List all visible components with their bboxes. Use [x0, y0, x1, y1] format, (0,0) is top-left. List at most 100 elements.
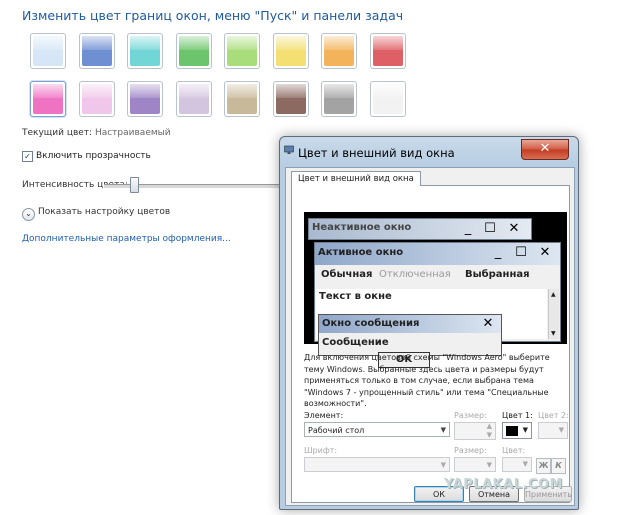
- swatch-sky[interactable]: [30, 33, 66, 69]
- swatch-fill: [372, 84, 403, 114]
- swatch-lime[interactable]: [224, 33, 260, 69]
- dialog-body: Цвет и внешний вид окна Неактивное окно …: [285, 167, 575, 506]
- color1-swatch: [506, 426, 518, 436]
- element-select[interactable]: Рабочий стол ▼: [304, 422, 450, 437]
- color1-label: Цвет 1:: [502, 411, 533, 420]
- color2-picker[interactable]: ▼: [538, 422, 568, 439]
- maximize-icon: ☐: [484, 221, 496, 236]
- close-icon: ✕: [482, 316, 494, 331]
- message-text: Сообщение: [322, 337, 389, 348]
- page-title: Изменить цвет границ окон, меню "Пуск" и…: [22, 8, 404, 23]
- scroll-down-icon: ▼: [551, 330, 556, 337]
- message-box-title: Окно сообщения: [322, 318, 420, 329]
- maximize-icon: ☐: [515, 245, 527, 260]
- watermark: YAPLAKAL.COM: [444, 477, 563, 492]
- transparency-checkbox[interactable]: ✓: [22, 151, 33, 162]
- current-color: Текущий цвет: Настраиваемый: [22, 128, 171, 138]
- swatch-fill: [81, 36, 112, 66]
- description-text: Для включения цветовой схемы "Windows Ae…: [304, 353, 550, 408]
- swatch-fill: [178, 36, 209, 66]
- tab-color-appearance[interactable]: Цвет и внешний вид окна: [291, 171, 421, 186]
- swatch-frost[interactable]: [369, 81, 406, 117]
- menu-selected: Выбранная: [465, 269, 530, 280]
- swatch-sea[interactable]: [127, 33, 163, 69]
- swatch-blush[interactable]: [78, 81, 115, 117]
- font-label: Шрифт:: [304, 446, 338, 455]
- swatch-fill: [324, 36, 354, 66]
- swatch-fill: [130, 36, 160, 66]
- swatch-fill: [372, 36, 403, 66]
- inactive-window-title: Неактивное окно: [312, 222, 412, 233]
- current-color-label: Текущий цвет:: [22, 128, 93, 138]
- size-spinner[interactable]: ▲ ▼: [454, 422, 496, 440]
- transparency-toggle[interactable]: ✓ Включить прозрачность: [22, 151, 151, 162]
- show-color-mixer-label: Показать настройку цветов: [38, 207, 171, 217]
- swatch-fill: [275, 36, 306, 66]
- close-icon: ✕: [508, 221, 520, 236]
- swatch-ruby[interactable]: [369, 33, 406, 69]
- show-color-mixer[interactable]: ⌄ Показать настройку цветов: [22, 207, 170, 221]
- swatch-fill: [227, 36, 257, 66]
- chevron-down-icon[interactable]: ⌄: [22, 208, 35, 221]
- window-text: Текст в окне: [319, 291, 392, 302]
- monitor-icon: [284, 145, 294, 154]
- close-icon: ✕: [539, 245, 551, 260]
- swatch-lavender[interactable]: [175, 81, 212, 117]
- element-label: Элемент:: [304, 411, 344, 420]
- window-color-dialog: Цвет и внешний вид окна ✕ Цвет и внешний…: [279, 136, 579, 510]
- chevron-down-icon: ▼: [558, 426, 564, 434]
- swatch-fill: [275, 84, 306, 114]
- swatch-fuchsia[interactable]: [30, 81, 66, 117]
- transparency-label: Включить прозрачность: [36, 151, 151, 161]
- swatch-fill: [33, 84, 63, 114]
- swatch-slate[interactable]: [321, 81, 357, 117]
- chevron-down-icon: ▼: [522, 460, 528, 468]
- active-window-title: Активное окно: [318, 247, 404, 258]
- close-button[interactable]: ✕: [521, 139, 569, 160]
- chevron-down-icon: ▼: [440, 461, 446, 469]
- swatch-pumpkin[interactable]: [321, 33, 357, 69]
- tab-panel: Неактивное окно _ ☐ ✕ Активное окно _ ☐ …: [291, 185, 570, 503]
- message-box: Окно сообщения ✕ Сообщение: [318, 314, 502, 356]
- font-select[interactable]: ▼: [304, 457, 450, 472]
- swatch-taupe[interactable]: [224, 81, 260, 117]
- italic-button[interactable]: К: [551, 458, 566, 474]
- intensity-slider-thumb[interactable]: [130, 177, 139, 193]
- font-size-label: Размер:: [454, 446, 487, 455]
- color1-picker[interactable]: ▼: [502, 422, 532, 439]
- swatch-chocolate[interactable]: [272, 81, 309, 117]
- appearance-preview[interactable]: Неактивное окно _ ☐ ✕ Активное окно _ ☐ …: [304, 212, 567, 368]
- dialog-title: Цвет и внешний вид окна: [298, 146, 455, 160]
- minimize-icon: _: [464, 221, 472, 236]
- swatch-fill: [178, 84, 209, 114]
- swatch-fill: [81, 84, 112, 114]
- swatch-lemon[interactable]: [272, 33, 309, 69]
- swatch-leaf[interactable]: [175, 33, 212, 69]
- size-label: Размер:: [454, 411, 487, 420]
- menu-disabled: Отключенная: [379, 269, 451, 280]
- chevron-down-icon: ▼: [522, 426, 528, 434]
- menu-normal: Обычная: [321, 269, 373, 280]
- chevron-down-icon: ▼: [486, 461, 492, 469]
- swatch-violet[interactable]: [127, 81, 163, 117]
- inactive-window: Неактивное окно _ ☐ ✕: [308, 218, 532, 240]
- swatch-fill: [130, 84, 160, 114]
- bold-button[interactable]: Ж: [536, 458, 551, 474]
- font-color-picker[interactable]: ▼: [502, 457, 532, 472]
- scroll-up-icon: ▲: [551, 291, 556, 298]
- chevron-down-icon: ▼: [440, 426, 446, 434]
- swatch-fill: [33, 36, 63, 66]
- preview-menu-bar: Обычная Отключенная Выбранная: [315, 265, 560, 287]
- swatch-twilight[interactable]: [78, 33, 115, 69]
- element-select-value: Рабочий стол: [308, 426, 365, 435]
- minimize-icon: _: [494, 245, 502, 260]
- swatch-fill: [227, 84, 257, 114]
- font-color-label: Цвет:: [502, 446, 526, 455]
- font-size-select[interactable]: ▼: [454, 457, 496, 472]
- current-color-value: Настраиваемый: [94, 128, 171, 138]
- spin-down-icon: ▼: [486, 431, 492, 439]
- swatch-fill: [324, 84, 354, 114]
- color2-label: Цвет 2:: [538, 411, 569, 420]
- advanced-appearance-link[interactable]: Дополнительные параметры оформления...: [22, 234, 231, 244]
- preview-scrollbar: ▲ ▼: [548, 289, 559, 339]
